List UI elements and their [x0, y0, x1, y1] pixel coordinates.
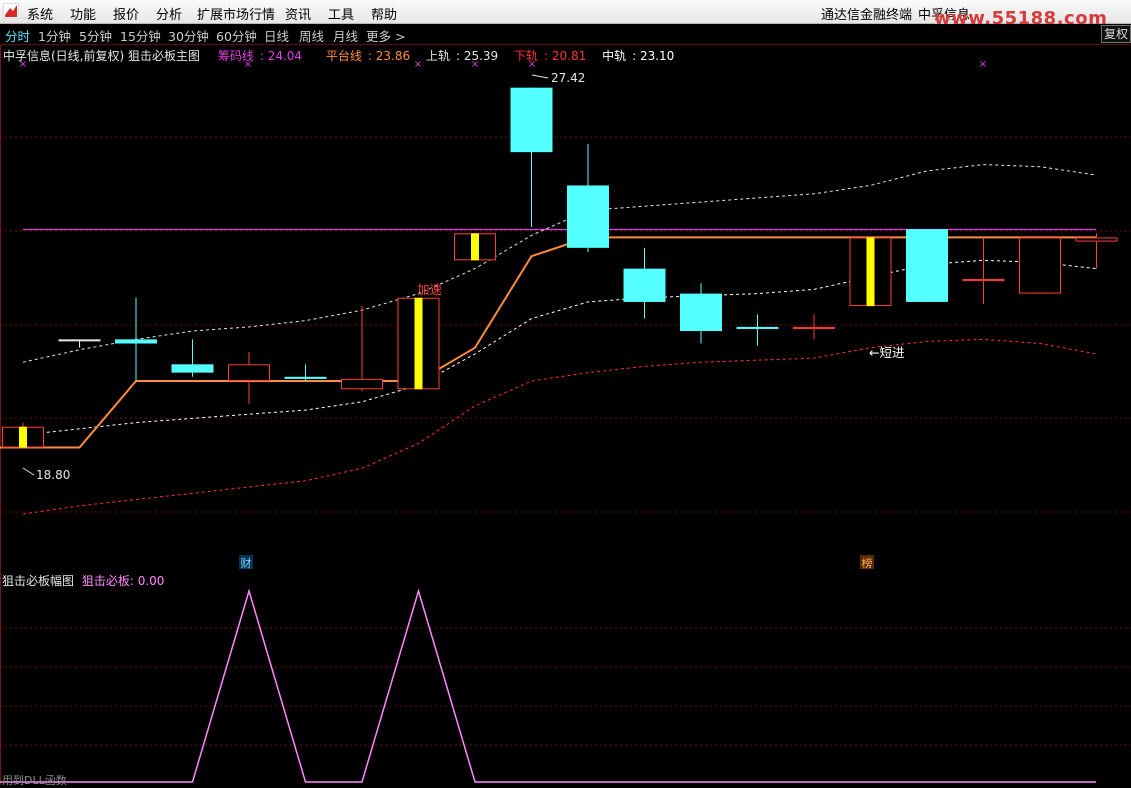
candle-body [962, 279, 1005, 282]
lower-band-value: 20.81 [551, 49, 587, 63]
sub-chart-title: 狙击必板幅图 [2, 574, 75, 588]
candle-body [736, 326, 779, 329]
candle [623, 247, 666, 319]
period-toolbar: 分时 1分钟 5分钟 15分钟 30分钟 60分钟 日线 周线 月线 更多 > … [0, 24, 1131, 45]
signal-bar [19, 426, 27, 448]
candle-body [510, 87, 553, 153]
candle [1019, 237, 1061, 294]
upper-band-value: 25.39 [463, 49, 499, 63]
signal-bar [866, 237, 875, 307]
candle-body [1019, 237, 1061, 294]
candle-body [228, 364, 270, 381]
candle-body [284, 376, 327, 379]
candle [680, 283, 722, 344]
sub-indicator-chart[interactable] [0, 571, 1131, 785]
middle-band-name: 中轨 [602, 49, 627, 63]
candle-body [58, 339, 101, 342]
signal-jiasu: 加速 [417, 282, 443, 297]
high-price-pointer [531, 74, 549, 79]
sub-indicator-line [0, 588, 1096, 783]
candle [2, 422, 44, 448]
menu-bar: 系统 功能 报价 分析 扩展市场行情 资讯 工具 帮助 通达信金融终端 中孚信息… [0, 0, 1131, 29]
candle [906, 229, 948, 302]
candle-body [567, 185, 609, 248]
candle-body [1075, 237, 1118, 242]
marker-cai: 财 [241, 556, 252, 570]
menu-function[interactable]: 功能 [70, 4, 96, 23]
candle-body [906, 229, 948, 302]
candle [115, 297, 157, 381]
sub-indicator-value: 0.00 [137, 574, 165, 588]
top-marker: × [979, 59, 987, 70]
signal-bar [471, 233, 479, 261]
sub-indicator-name: 狙击必板 [81, 574, 130, 588]
candle [58, 339, 101, 348]
menu-help[interactable]: 帮助 [371, 4, 397, 23]
candle [454, 233, 496, 261]
app-logo-icon[interactable] [3, 3, 19, 19]
candle-body [171, 364, 214, 373]
period-daily[interactable]: 日线 [264, 26, 289, 45]
signal-bar [414, 297, 423, 390]
menu-quote[interactable]: 报价 [113, 4, 139, 23]
fuquan-button[interactable]: 复权 [1101, 25, 1131, 43]
menu-ext-market[interactable]: 扩展市场行情 [197, 4, 275, 23]
period-timeshare[interactable]: 分时 [5, 26, 30, 45]
platform-line-name: 平台线 [325, 49, 362, 63]
terminal-name: 通达信金融终端 [821, 8, 913, 23]
candle [510, 87, 553, 228]
low-price-label: 18.80 [36, 468, 70, 482]
main-chart-title: 中孚信息(日线,前复权) 狙击必板主图 [3, 49, 200, 63]
middle-band-value: 23.10 [639, 49, 675, 63]
platform-line-value: 23.86 [375, 49, 411, 63]
candle [397, 297, 440, 390]
candle [849, 237, 892, 307]
candle [962, 237, 1005, 304]
candle-body [341, 378, 383, 390]
candle-body [680, 293, 722, 332]
candle [793, 314, 835, 340]
candle [567, 143, 609, 252]
candle [228, 351, 270, 404]
candle-body [623, 268, 666, 302]
upper-band-name: 上轨 [425, 49, 450, 63]
candle [171, 339, 214, 377]
menu-system[interactable]: 系统 [27, 4, 53, 23]
candle-body [115, 339, 157, 344]
period-5min[interactable]: 5分钟 [79, 26, 112, 45]
low-price-pointer [22, 467, 35, 476]
status-text: 用到DLL函数 [2, 774, 67, 787]
chip-line-value: 24.04 [267, 49, 303, 63]
menu-news[interactable]: 资讯 [285, 4, 311, 23]
marker-bang: 榜 [862, 556, 873, 570]
signal-duanjin: ←短进 [869, 345, 905, 360]
high-price-label: 27.42 [551, 71, 585, 85]
candle [284, 364, 327, 381]
sub-title-row: 狙击必板幅图 狙击必板: 0.00 [2, 574, 165, 588]
period-more[interactable]: 更多 > [366, 26, 405, 45]
period-30min[interactable]: 30分钟 [168, 26, 209, 45]
candle-body [793, 326, 835, 329]
lower-band-name: 下轨 [514, 49, 539, 63]
candle [341, 306, 383, 392]
candle [1075, 233, 1118, 269]
period-15min[interactable]: 15分钟 [120, 26, 161, 45]
period-monthly[interactable]: 月线 [333, 26, 358, 45]
main-title-row: 中孚信息(日线,前复权) 狙击必板主图 筹码线: 24.04 平台线: 23.8… [3, 49, 675, 63]
period-1min[interactable]: 1分钟 [38, 26, 71, 45]
menu-analysis[interactable]: 分析 [156, 4, 182, 23]
candle [736, 314, 779, 346]
chip-line-name: 筹码线 [217, 49, 254, 63]
main-candlestick-chart[interactable]: × × × × × ×27.4218.80加速←短进财榜 [0, 45, 1131, 570]
menu-tools[interactable]: 工具 [328, 4, 354, 23]
period-60min[interactable]: 60分钟 [216, 26, 257, 45]
period-weekly[interactable]: 周线 [299, 26, 324, 45]
